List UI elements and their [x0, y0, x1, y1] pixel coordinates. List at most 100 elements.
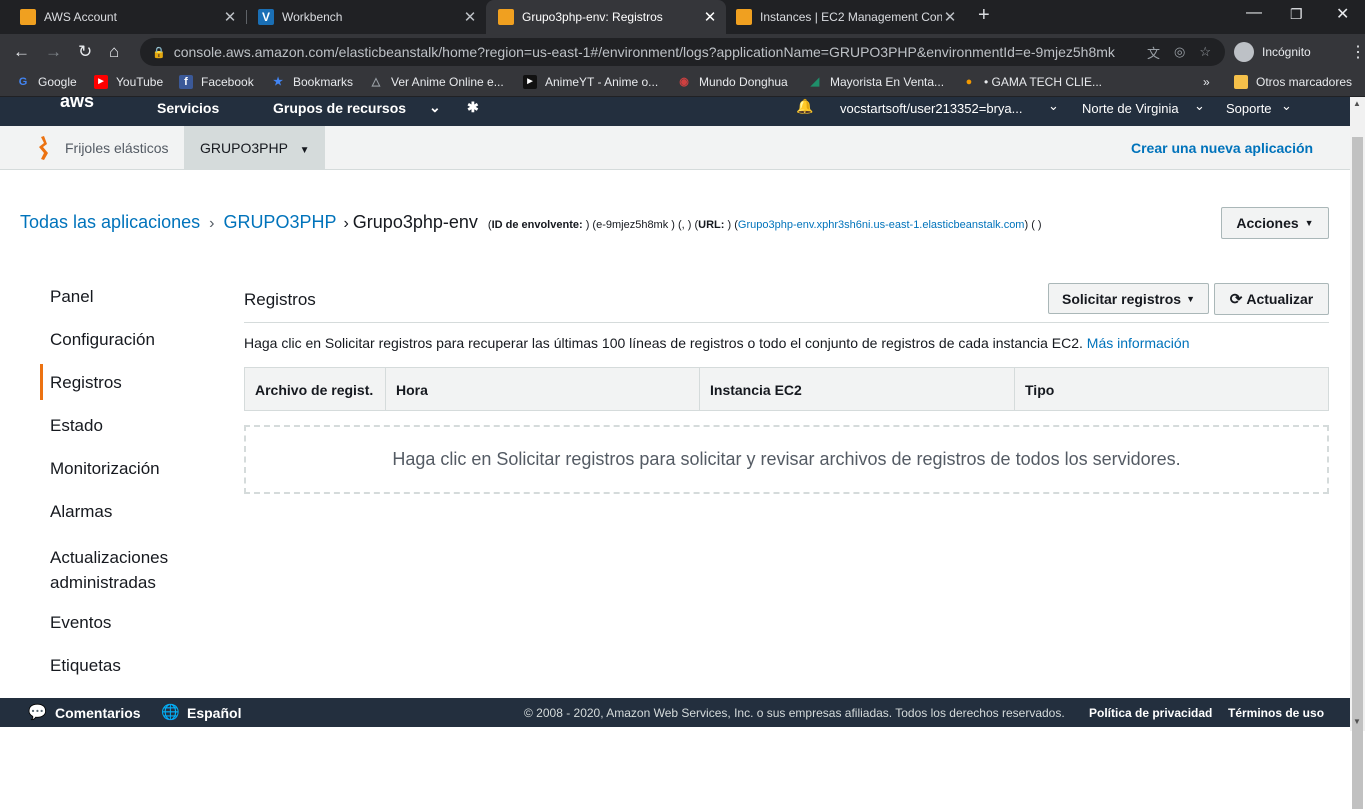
reload-icon[interactable]: ↻: [78, 42, 92, 62]
minimize-icon[interactable]: —: [1246, 4, 1262, 22]
triangle-icon: △: [371, 76, 381, 88]
bookmark-animeyt[interactable]: ▶ AnimeYT - Anime o...: [523, 75, 658, 89]
tracking-icon[interactable]: ◎: [1174, 44, 1185, 60]
sidebar-item-panel[interactable]: Panel: [50, 287, 93, 307]
incognito-icon: [1234, 42, 1254, 62]
caret-down-icon: ▼: [299, 145, 310, 156]
active-indicator: [40, 364, 43, 400]
bookmark-ver-anime[interactable]: △ Ver Anime Online e...: [369, 75, 504, 89]
pin-icon[interactable]: ✱: [467, 99, 479, 116]
chevron-down-icon: ⌄: [429, 99, 441, 115]
terms-link[interactable]: Términos de uso: [1228, 706, 1324, 720]
facebook-icon: f: [179, 75, 193, 89]
tab-aws-account[interactable]: AWS Account ✕: [0, 0, 246, 34]
back-icon[interactable]: ←: [13, 42, 30, 62]
bookmark-youtube[interactable]: ▶ YouTube: [94, 75, 163, 89]
empty-logs-message: Haga clic en Solicitar registros para so…: [244, 425, 1329, 494]
aws-top-nav: aws Servicios Grupos de recursos ⌄ ✱ 🔔 v…: [0, 91, 1350, 126]
column-header-file[interactable]: Archivo de regist.: [245, 368, 386, 410]
close-tab-icon[interactable]: ✕: [462, 8, 478, 26]
breadcrumb-app[interactable]: GRUPO3PHP: [223, 212, 336, 233]
environment-meta: (ID de envolvente: ) (e-9mjez5h8mk ) (, …: [487, 219, 1042, 231]
tab-ec2-instances[interactable]: Instances | EC2 Management Con ✕: [716, 0, 966, 34]
vocareum-icon: V: [258, 9, 274, 25]
bookmark-mayorista[interactable]: ◢ Mayorista En Venta...: [808, 75, 944, 89]
actions-button[interactable]: Acciones ▼: [1221, 207, 1329, 239]
address-bar[interactable]: 🔒 console.aws.amazon.com/elasticbeanstal…: [140, 38, 1225, 66]
logs-table-header: Archivo de regist. Hora Instancia EC2 Ti…: [244, 367, 1329, 411]
column-header-time[interactable]: Hora: [386, 368, 700, 410]
browser-tab-strip: AWS Account ✕ V Workbench ✕ Grupo3php-en…: [0, 0, 1365, 34]
sidebar-item-registros[interactable]: Registros: [50, 373, 122, 393]
restore-icon[interactable]: ❐: [1290, 6, 1303, 23]
sidebar-item-etiquetas[interactable]: Etiquetas: [50, 656, 121, 676]
new-tab-icon[interactable]: +: [978, 4, 990, 27]
bookmark-otros[interactable]: Otros marcadores: [1234, 75, 1352, 89]
sidebar-item-eventos[interactable]: Eventos: [50, 613, 111, 633]
close-tab-icon[interactable]: ✕: [222, 8, 238, 26]
support-menu[interactable]: Soporte: [1226, 101, 1272, 116]
tab-workbench[interactable]: V Workbench ✕: [238, 0, 486, 34]
bookmark-google[interactable]: G Google: [16, 75, 77, 89]
aws-logo[interactable]: aws: [60, 91, 94, 112]
bookmark-mundo-donghua[interactable]: ◉ Mundo Donghua: [677, 75, 788, 89]
services-menu[interactable]: Servicios: [157, 100, 219, 116]
feedback-link[interactable]: Comentarios: [55, 705, 141, 721]
chat-icon: 💬: [28, 704, 47, 721]
close-tab-icon[interactable]: ✕: [942, 8, 958, 26]
request-logs-button[interactable]: Solicitar registros ▼: [1048, 283, 1209, 314]
folder-icon: [1234, 75, 1248, 89]
region-menu[interactable]: Norte de Virginia: [1082, 101, 1179, 116]
divider: [244, 322, 1329, 323]
scroll-down-icon[interactable]: ▼: [1353, 717, 1361, 726]
close-window-icon[interactable]: ✕: [1336, 4, 1349, 24]
bookmarks-bar: G Google ▶ YouTube f Facebook ★ Bookmarks △ V…: [0, 70, 1365, 97]
create-application-link[interactable]: Crear una nueva aplicación: [1131, 140, 1313, 156]
refresh-icon: ⟳: [1229, 291, 1243, 308]
privacy-link[interactable]: Política de privacidad: [1089, 706, 1212, 720]
breadcrumb-environment: Grupo3php-env: [352, 212, 478, 232]
youtube-icon: ▶: [94, 75, 108, 89]
browser-toolbar: ← → ↻ ⌂ 🔒 console.aws.amazon.com/elastic…: [0, 34, 1365, 70]
sidebar-item-actualizaciones[interactable]: Actualizaciones administradas: [50, 545, 200, 595]
account-menu[interactable]: vocstartsoft/user213352=brya...: [840, 101, 1022, 116]
sidebar-item-alarmas[interactable]: Alarmas: [50, 502, 112, 522]
breadcrumb-all-apps[interactable]: Todas las aplicaciones: [20, 212, 200, 233]
column-header-type[interactable]: Tipo: [1015, 368, 1328, 410]
beanstalk-home-link[interactable]: Frijoles elásticos: [65, 140, 168, 156]
bookmark-gama-tech[interactable]: ● • GAMA TECH CLIE...: [962, 75, 1102, 89]
bookmark-bookmarks[interactable]: ★ Bookmarks: [271, 75, 353, 89]
environment-url-link[interactable]: Grupo3php-env.xphr3sh6ni.us-east-1.elast…: [738, 219, 1025, 231]
application-dropdown[interactable]: GRUPO3PHP ▼: [184, 126, 325, 170]
caret-down-icon: ▼: [1186, 293, 1195, 304]
refresh-button[interactable]: ⟳ Actualizar: [1214, 283, 1329, 315]
page-title: Registros: [244, 290, 316, 309]
language-selector[interactable]: Español: [187, 705, 241, 721]
more-info-link[interactable]: Más información: [1087, 335, 1190, 351]
globe-icon: 🌐: [161, 704, 180, 721]
sidebar-item-estado[interactable]: Estado: [50, 416, 103, 436]
incognito-badge[interactable]: Incógnito: [1234, 39, 1311, 65]
tab-registros[interactable]: Grupo3php-env: Registros ✕: [486, 0, 726, 34]
chevron-down-icon: ⌄: [1048, 98, 1059, 113]
page-scrollbar[interactable]: ▲ ▼: [1350, 97, 1365, 809]
chevron-down-icon: ⌄: [1194, 98, 1205, 113]
bookmark-facebook[interactable]: f Facebook: [179, 75, 254, 89]
translate-icon[interactable]: 文: [1147, 43, 1160, 62]
pin-icon: ●: [965, 76, 973, 88]
bookmarks-overflow[interactable]: »: [1203, 75, 1210, 89]
home-icon[interactable]: ⌂: [109, 42, 119, 62]
scrollbar-thumb[interactable]: [1352, 137, 1363, 809]
sidebar-item-monitorizacion[interactable]: Monitorización: [50, 459, 160, 479]
star-icon[interactable]: ☆: [1199, 44, 1211, 60]
scroll-up-icon[interactable]: ▲: [1353, 99, 1361, 108]
browser-menu-icon[interactable]: ⋮: [1350, 42, 1365, 62]
video-icon: ▶: [523, 75, 537, 89]
forward-icon[interactable]: →: [45, 42, 62, 62]
resource-groups-menu[interactable]: Grupos de recursos: [273, 100, 406, 116]
sidebar-item-configuracion[interactable]: Configuración: [50, 330, 155, 350]
google-icon: G: [18, 76, 28, 88]
column-header-instance[interactable]: Instancia EC2: [700, 368, 1015, 410]
aws-box-icon: [736, 9, 752, 25]
bell-icon[interactable]: 🔔: [796, 98, 813, 115]
